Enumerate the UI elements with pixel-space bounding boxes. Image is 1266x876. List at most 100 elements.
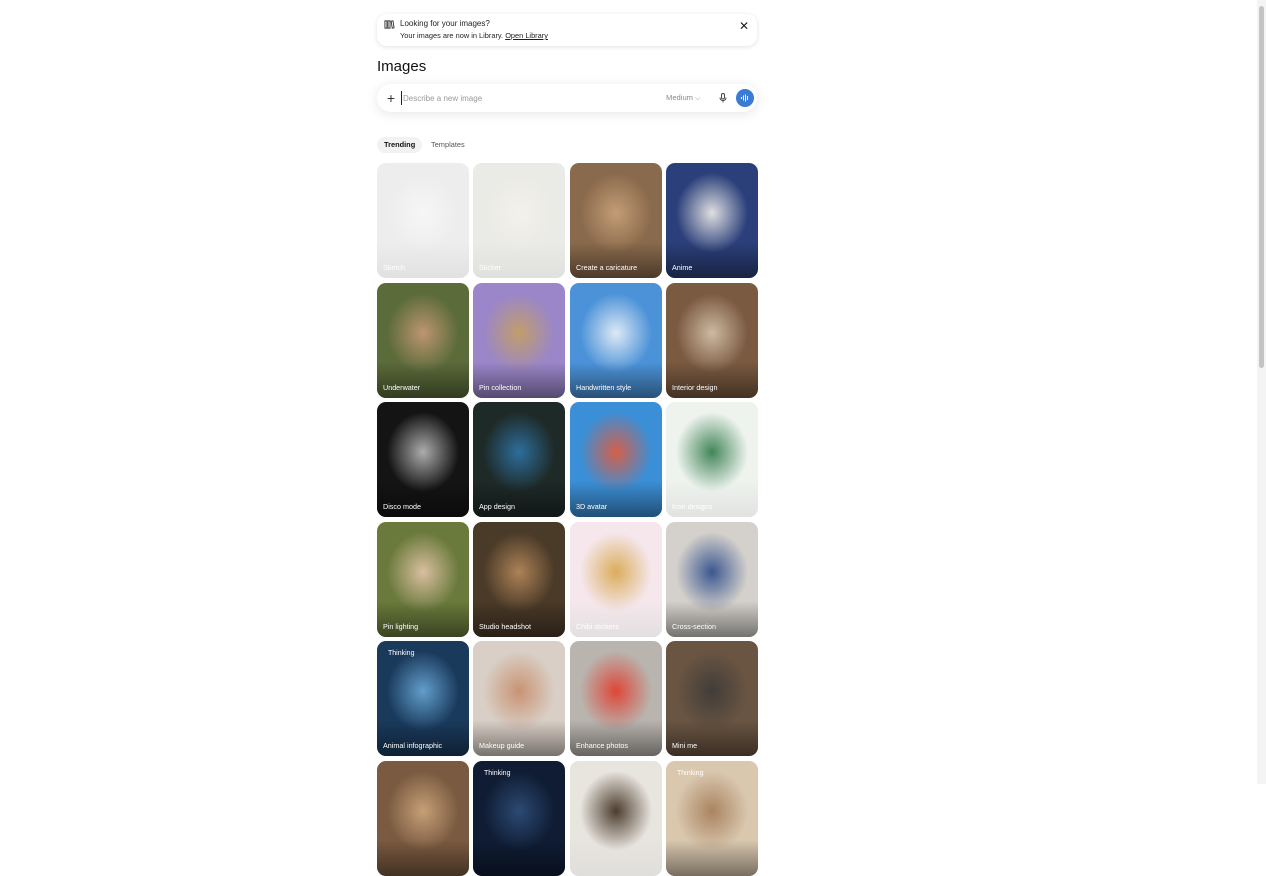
style-card-label: Animal infographic [383, 741, 443, 750]
card-gradient [473, 840, 565, 876]
thinking-badge: Thinking [677, 770, 704, 777]
card-subject [676, 293, 748, 373]
style-card-label: Mini me [672, 741, 698, 750]
chevron-down-icon: ⌵ [695, 95, 701, 102]
style-card-label: Interior design [672, 383, 718, 392]
card-subject [580, 293, 652, 373]
style-card-label: 3D avatar [576, 502, 608, 511]
style-card-label: Pin lighting [383, 622, 419, 631]
style-card-label: Disco mode [383, 502, 421, 511]
card-gradient [570, 840, 662, 876]
style-card-label: Chibi stickers [576, 622, 619, 631]
card-subject [387, 651, 459, 731]
style-card[interactable] [570, 761, 662, 876]
style-card-label: Underwater [383, 383, 421, 392]
style-card[interactable]: Handwritten style [570, 283, 662, 398]
style-card-label: Pin collection [479, 383, 522, 392]
thinking-badge: Thinking [388, 650, 415, 657]
card-subject [676, 173, 748, 253]
card-subject [387, 293, 459, 373]
microphone-icon[interactable] [719, 93, 727, 103]
style-card-label: Cross-section [672, 622, 716, 631]
card-gradient [377, 362, 469, 398]
style-card[interactable]: Anime [666, 163, 758, 278]
card-subject [580, 651, 652, 731]
card-gradient [666, 601, 758, 637]
plus-icon[interactable]: + [384, 91, 398, 105]
card-gradient [377, 720, 469, 756]
style-card[interactable]: Underwater [377, 283, 469, 398]
image-prompt-input[interactable] [401, 91, 653, 105]
close-icon[interactable]: ✕ [738, 20, 750, 32]
style-card[interactable]: Icon designs [666, 402, 758, 517]
card-subject [483, 293, 555, 373]
style-card[interactable]: Studio headshot [473, 522, 565, 637]
tab-templates[interactable]: Templates [424, 137, 472, 153]
style-card[interactable]: Thinking [473, 761, 565, 876]
card-gradient [666, 840, 758, 876]
style-card-label: App design [479, 502, 515, 511]
style-card-label: Makeup guide [479, 741, 525, 750]
quality-dropdown[interactable]: Medium ⌵ [666, 92, 700, 105]
card-gradient [570, 601, 662, 637]
library-icon [384, 20, 395, 29]
style-card[interactable]: Create a caricature [570, 163, 662, 278]
open-library-link[interactable]: Open Library [505, 31, 548, 40]
banner-message: Your images are now in Library. Open Lib… [400, 31, 548, 41]
style-card-label: Create a caricature [576, 263, 638, 272]
style-card[interactable] [377, 761, 469, 876]
card-gradient [473, 720, 565, 756]
card-gradient [570, 242, 662, 278]
card-gradient [377, 840, 469, 876]
page-title: Images [377, 58, 427, 75]
scrollbar-thumb[interactable] [1259, 6, 1264, 368]
style-card[interactable]: Sticker [473, 163, 565, 278]
style-card[interactable]: Enhance photos [570, 641, 662, 756]
voice-mode-button[interactable] [736, 89, 754, 107]
card-gradient [473, 601, 565, 637]
style-card[interactable]: Thinking [666, 761, 758, 876]
card-subject [483, 532, 555, 612]
style-card[interactable]: Mini me [666, 641, 758, 756]
style-card[interactable]: Disco mode [377, 402, 469, 517]
style-card[interactable]: Pin lighting [377, 522, 469, 637]
style-card-label: Handwritten style [576, 383, 632, 392]
image-prompt-composer: + Medium⌵ [377, 84, 757, 112]
card-gradient [377, 242, 469, 278]
card-subject [387, 173, 459, 253]
style-card[interactable]: Chibi stickers [570, 522, 662, 637]
style-card[interactable]: Cross-section [666, 522, 758, 637]
card-gradient [666, 481, 758, 517]
card-gradient [377, 481, 469, 517]
style-card-label: Sketch [383, 263, 405, 272]
card-gradient [570, 362, 662, 398]
style-card[interactable]: Thinking Animal infographic [377, 641, 469, 756]
card-gradient [666, 720, 758, 756]
card-subject [580, 532, 652, 612]
page-scrollbar[interactable] [1257, 0, 1266, 784]
card-gradient [377, 601, 469, 637]
style-card-label: Studio headshot [479, 622, 531, 631]
card-subject [387, 532, 459, 612]
style-card-label: Sticker [479, 263, 501, 272]
style-card-label: Icon designs [672, 502, 713, 511]
voice-mode-icon [741, 94, 748, 102]
tab-trending[interactable]: Trending [377, 137, 423, 153]
style-card[interactable]: Pin collection [473, 283, 565, 398]
library-notice-banner: Looking for your images? Your images are… [377, 14, 757, 46]
style-card[interactable]: Sketch [377, 163, 469, 278]
card-gradient [473, 362, 565, 398]
style-card[interactable]: Interior design [666, 283, 758, 398]
card-subject [580, 771, 652, 851]
card-gradient [473, 481, 565, 517]
style-card[interactable]: 3D avatar [570, 402, 662, 517]
card-gradient [666, 242, 758, 278]
style-card[interactable]: Makeup guide [473, 641, 565, 756]
card-subject [676, 412, 748, 492]
card-gradient [570, 481, 662, 517]
card-gradient [666, 362, 758, 398]
style-card[interactable]: App design [473, 402, 565, 517]
banner-title: Looking for your images? [400, 19, 490, 28]
card-subject [483, 771, 555, 851]
card-subject [676, 532, 748, 612]
